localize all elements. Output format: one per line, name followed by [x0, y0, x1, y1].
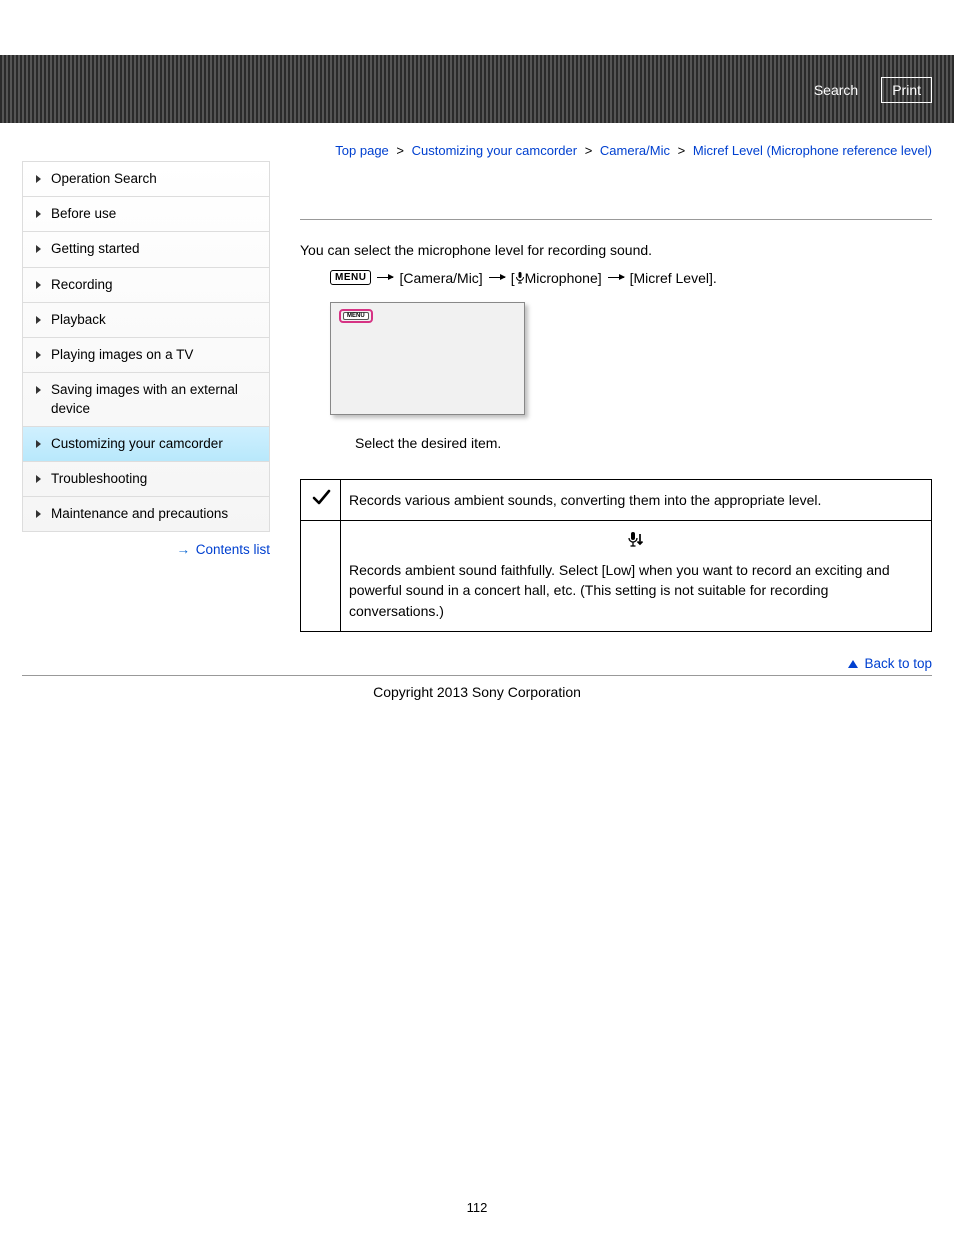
breadcrumb-camera-mic[interactable]: Camera/Mic	[600, 143, 670, 158]
menu-path-segment: [Microphone]	[511, 270, 602, 286]
nav-label: Customizing your camcorder	[51, 436, 223, 451]
copyright-text: Copyright 2013 Sony Corporation	[0, 676, 954, 730]
breadcrumb: Top page > Customizing your camcorder > …	[300, 141, 932, 219]
options-table: Records various ambient sounds, converti…	[300, 479, 932, 632]
triangle-up-icon	[848, 660, 858, 668]
divider	[300, 219, 932, 220]
menu-chip-icon: MENU	[343, 312, 369, 320]
table-row: Records ambient sound faithfully. Select…	[301, 520, 932, 631]
top-banner: Search Print	[0, 55, 954, 123]
menu-path-segment: [Camera/Mic]	[399, 270, 482, 286]
arrow-right-icon	[377, 277, 393, 278]
nav-label: Before use	[51, 206, 116, 221]
nav-item-playing-images-tv[interactable]: Playing images on a TV	[23, 337, 269, 372]
nav-item-recording[interactable]: Recording	[23, 267, 269, 302]
back-to-top-wrap: Back to top	[300, 656, 932, 671]
menu-badge-icon: MENU	[330, 270, 371, 285]
nav-item-playback[interactable]: Playback	[23, 302, 269, 337]
page-number: 112	[0, 730, 954, 1235]
nav-label: Getting started	[51, 241, 140, 256]
menu-chip-highlight: MENU	[339, 309, 373, 323]
arrow-right-icon	[489, 277, 505, 278]
nav-label: Maintenance and precautions	[51, 506, 228, 521]
option-icon-cell	[301, 479, 341, 520]
arrow-right-icon: →	[176, 542, 190, 557]
option-description-cell: Records ambient sound faithfully. Select…	[341, 520, 932, 631]
contents-list-link[interactable]: Contents list	[196, 542, 270, 557]
breadcrumb-separator: >	[581, 143, 597, 158]
nav-label: Saving images with an external device	[51, 382, 238, 415]
nav-label: Recording	[51, 277, 113, 292]
back-to-top-link[interactable]: Back to top	[864, 656, 932, 671]
check-icon	[311, 494, 331, 510]
intro-text: You can select the microphone level for …	[300, 242, 932, 258]
option-icon-cell	[301, 520, 341, 631]
option-description: Records various ambient sounds, converti…	[341, 479, 932, 520]
nav-list: Operation Search Before use Getting star…	[22, 161, 270, 532]
nav-item-getting-started[interactable]: Getting started	[23, 231, 269, 266]
microphone-low-icon	[627, 536, 645, 552]
nav-item-troubleshooting[interactable]: Troubleshooting	[23, 461, 269, 496]
main-content: Top page > Customizing your camcorder > …	[300, 141, 932, 675]
table-row: Records various ambient sounds, converti…	[301, 479, 932, 520]
sidebar: Operation Search Before use Getting star…	[22, 161, 270, 675]
menu-path: MENU [Camera/Mic] [Microphone] [Micref L…	[330, 270, 932, 286]
breadcrumb-current[interactable]: Micref Level (Microphone reference level…	[693, 143, 932, 158]
nav-label: Playing images on a TV	[51, 347, 193, 362]
nav-item-maintenance[interactable]: Maintenance and precautions	[23, 496, 269, 531]
contents-list-link-wrap: → Contents list	[22, 542, 270, 557]
arrow-right-icon	[608, 277, 624, 278]
print-button[interactable]: Print	[881, 77, 932, 103]
nav-label: Operation Search	[51, 171, 157, 186]
nav-label: Playback	[51, 312, 106, 327]
option-description: Records ambient sound faithfully. Select…	[349, 562, 890, 619]
breadcrumb-separator: >	[674, 143, 690, 158]
step-text: Select the desired item.	[355, 435, 932, 451]
screen-mockup: MENU	[330, 302, 525, 415]
nav-label: Troubleshooting	[51, 471, 147, 486]
search-button[interactable]: Search	[803, 77, 869, 103]
topbar-buttons: Search Print	[803, 77, 932, 103]
microphone-icon	[515, 272, 525, 284]
nav-item-saving-images[interactable]: Saving images with an external device	[23, 372, 269, 425]
breadcrumb-customizing[interactable]: Customizing your camcorder	[412, 143, 577, 158]
nav-item-customizing[interactable]: Customizing your camcorder	[23, 426, 269, 461]
breadcrumb-top-page[interactable]: Top page	[335, 143, 389, 158]
breadcrumb-separator: >	[392, 143, 408, 158]
nav-item-before-use[interactable]: Before use	[23, 196, 269, 231]
menu-path-segment: [Micref Level].	[630, 270, 717, 286]
nav-item-operation-search[interactable]: Operation Search	[23, 161, 269, 196]
